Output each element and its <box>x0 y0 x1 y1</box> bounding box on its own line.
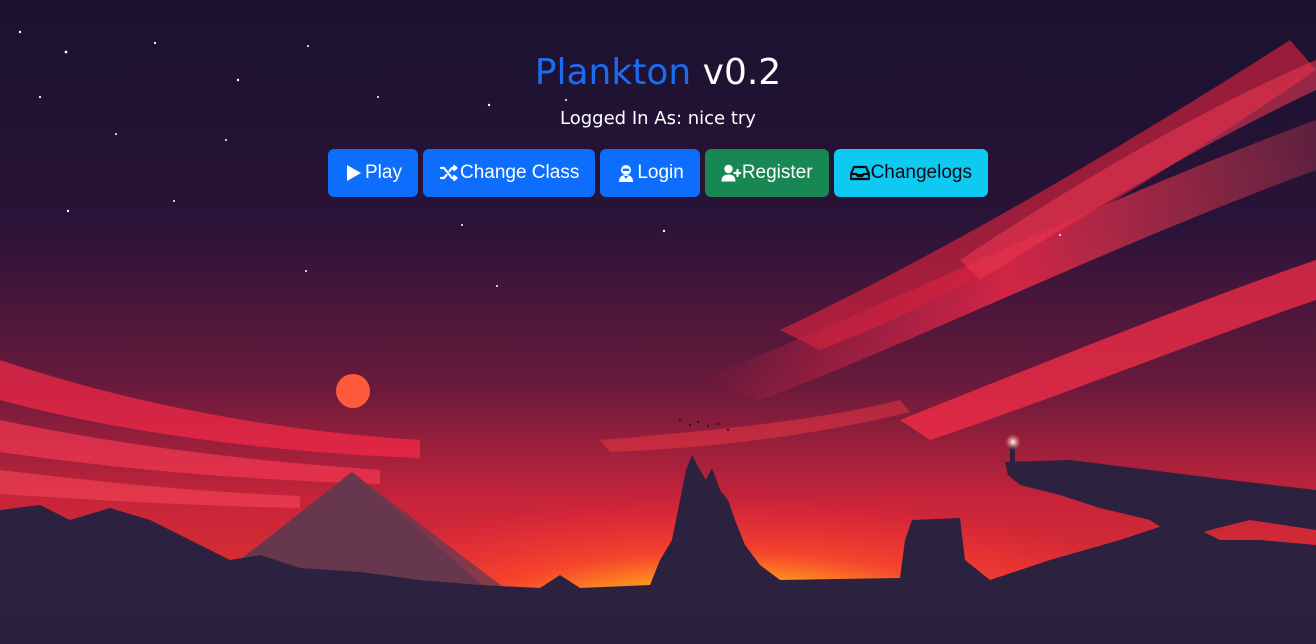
user-secret-icon <box>616 163 636 183</box>
game-menu-screen: Plankton v0.2 Logged In As: nice try Pla… <box>0 0 1316 644</box>
change-class-button[interactable]: Change Class <box>422 149 596 197</box>
user-plus-icon <box>721 163 741 183</box>
login-button[interactable]: Login <box>600 149 700 197</box>
changelogs-button[interactable]: Changelogs <box>833 149 988 197</box>
login-button-label: Login <box>637 162 684 183</box>
change-class-button-label: Change Class <box>459 162 580 183</box>
game-title: Plankton v0.2 <box>0 50 1316 96</box>
title-version: v0.2 <box>702 52 782 93</box>
play-button-label: Play <box>365 162 402 183</box>
inbox-icon <box>849 163 870 183</box>
register-button[interactable]: Register <box>704 149 829 197</box>
login-status-text: Logged In As: nice try <box>560 108 756 129</box>
play-button[interactable]: Play <box>328 149 418 197</box>
main-menu-buttons: Play Change Class Login Register Changel… <box>0 149 1316 197</box>
play-icon <box>344 163 364 183</box>
shuffle-icon <box>439 163 459 183</box>
menu-overlay: Plankton v0.2 Logged In As: nice try Pla… <box>0 0 1316 644</box>
register-button-label: Register <box>741 162 813 183</box>
changelogs-button-label: Changelogs <box>870 162 972 183</box>
title-brand: Plankton <box>534 52 692 93</box>
